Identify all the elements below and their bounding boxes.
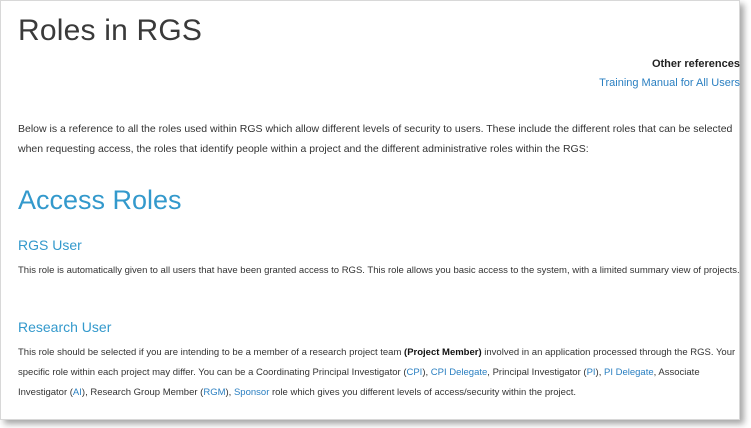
intro-paragraph: Below is a reference to all the roles us… xyxy=(18,123,733,155)
other-references: Other references Training Manual for All… xyxy=(599,55,740,93)
page-title: Roles in RGS xyxy=(18,14,203,47)
research-user-text: This role should be selected if you are … xyxy=(18,347,405,358)
access-roles-heading: Access Roles xyxy=(18,185,182,215)
research-user-text: ), xyxy=(422,367,431,378)
rgs-user-heading: RGS User xyxy=(18,237,82,253)
pi-link[interactable]: PI xyxy=(587,367,596,378)
research-user-heading: Research User xyxy=(18,319,112,335)
project-member-label: (Project Member) xyxy=(404,347,482,358)
page-frame: Roles in RGS Other references Training M… xyxy=(0,0,740,420)
cpi-delegate-link[interactable]: CPI Delegate xyxy=(431,367,488,378)
sponsor-link[interactable]: Sponsor xyxy=(234,387,269,398)
research-user-text: ), Research Group Member ( xyxy=(81,387,204,398)
research-user-text: role which gives you different levels of… xyxy=(269,387,576,398)
research-user-text: ), xyxy=(225,387,234,398)
training-manual-link[interactable]: Training Manual for All Users xyxy=(599,77,740,89)
rgm-link[interactable]: RGM xyxy=(203,387,225,398)
pi-delegate-link[interactable]: PI Delegate xyxy=(604,367,654,378)
research-user-description: This role should be selected if you are … xyxy=(18,343,740,403)
ai-link[interactable]: AI xyxy=(73,387,82,398)
cpi-link[interactable]: CPI xyxy=(406,367,422,378)
research-user-text: ), xyxy=(595,367,604,378)
rgs-user-description: This role is automatically given to all … xyxy=(18,265,740,276)
other-references-heading: Other references xyxy=(651,58,740,70)
research-user-text: , Principal Investigator ( xyxy=(487,367,587,378)
